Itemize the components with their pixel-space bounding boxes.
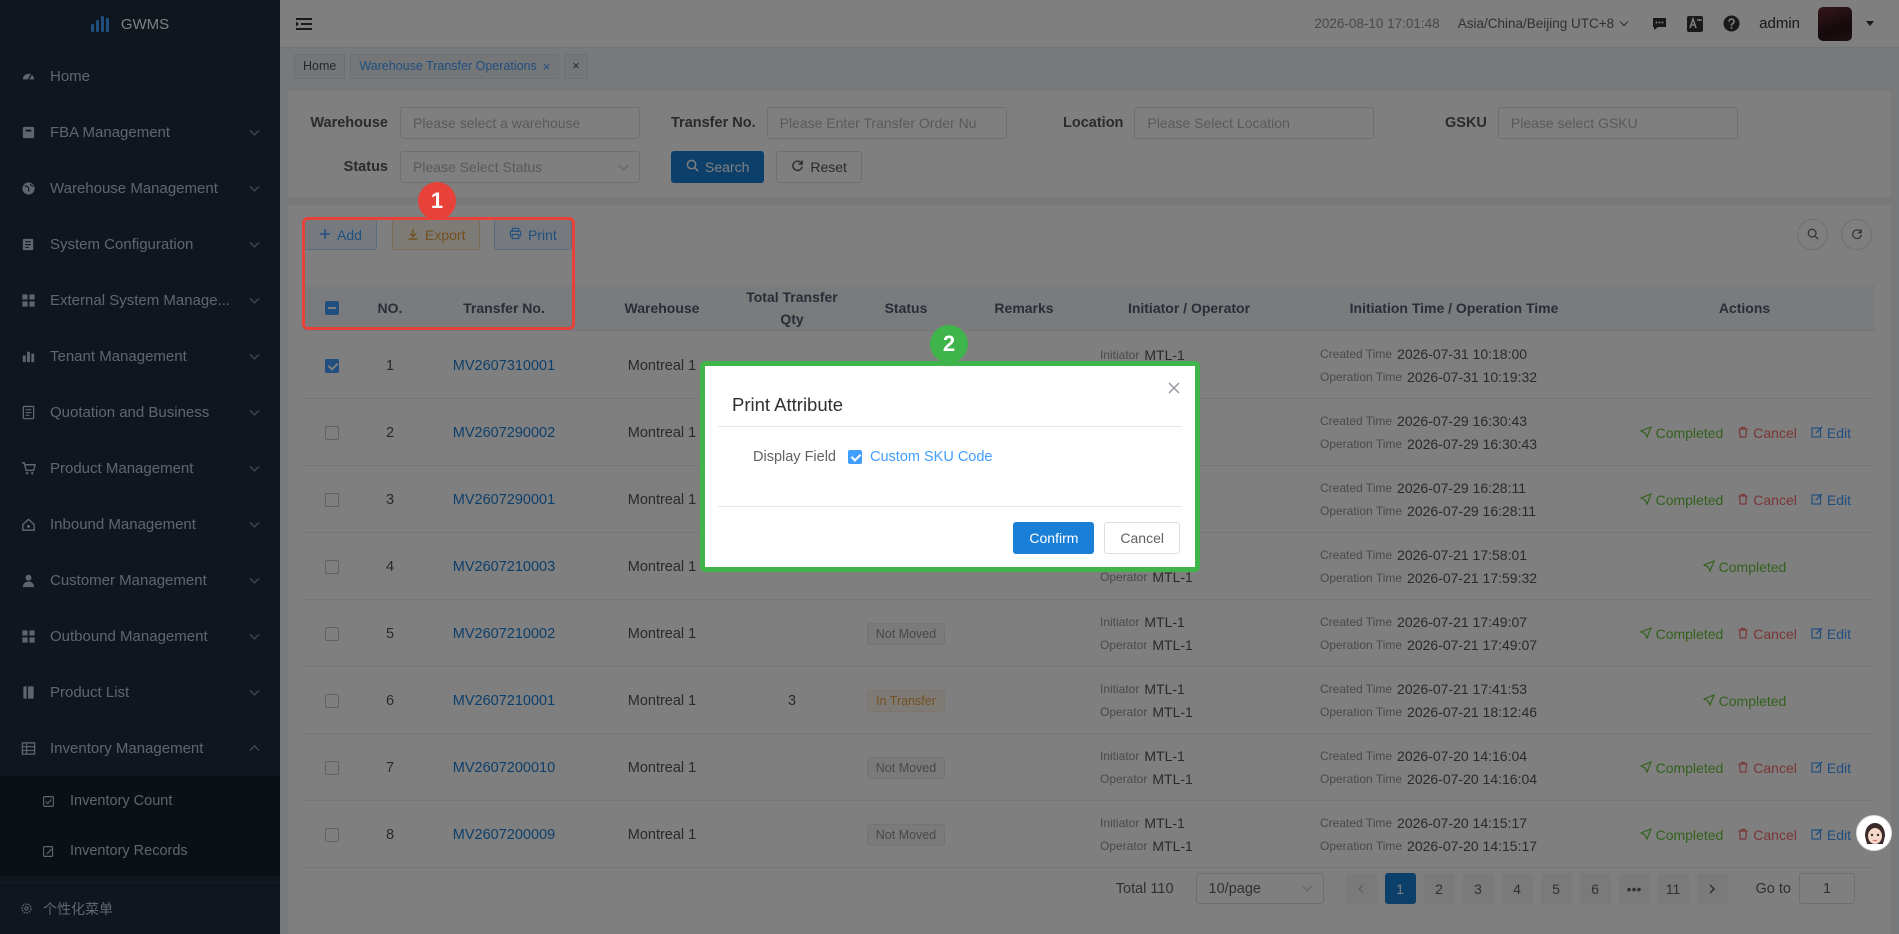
step-badge-2: 2 — [930, 325, 968, 363]
highlight-box-green — [700, 361, 1200, 572]
highlight-box-red — [302, 217, 575, 330]
assistant-avatar[interactable] — [1856, 815, 1892, 851]
step-badge-1: 1 — [418, 182, 456, 220]
